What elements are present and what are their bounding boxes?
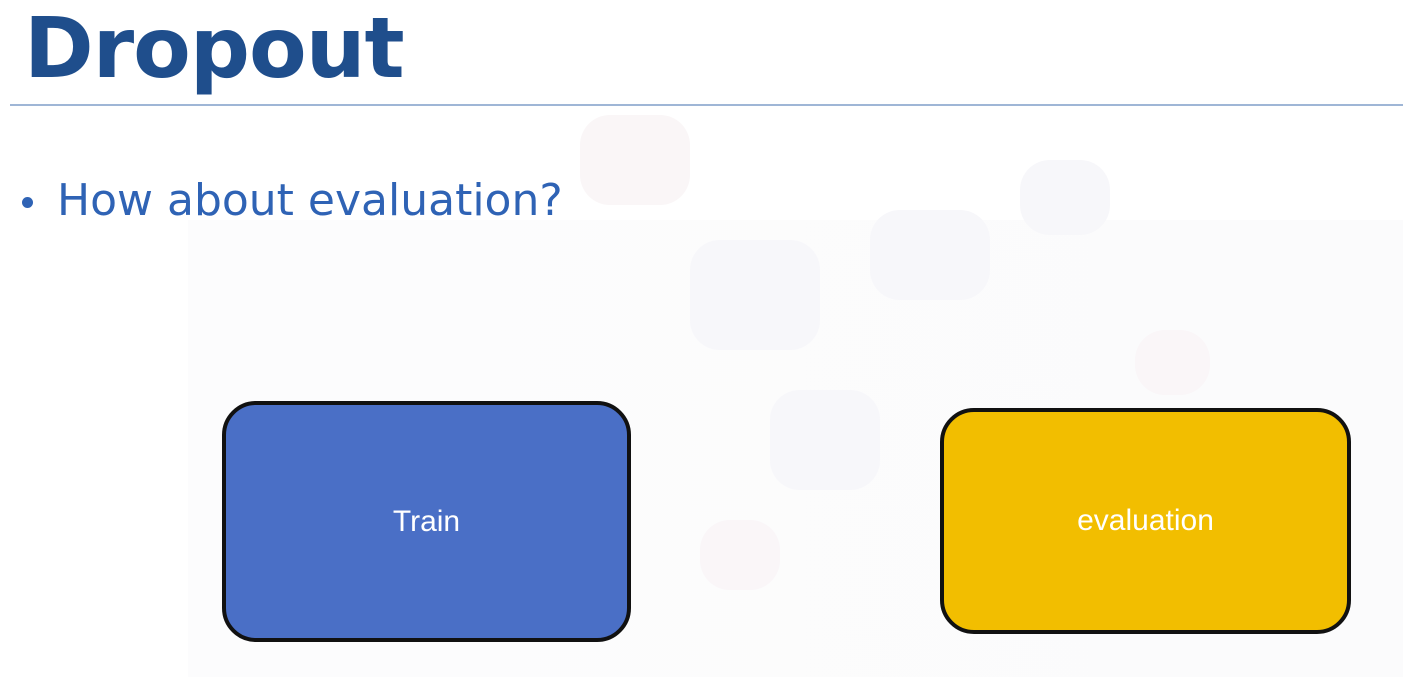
- background-blob: [1020, 160, 1110, 235]
- evaluation-box: evaluation: [940, 408, 1351, 634]
- background-blob: [690, 240, 820, 350]
- background-blob: [700, 520, 780, 590]
- slide-title: Dropout: [24, 0, 405, 97]
- background-blob: [580, 115, 690, 205]
- bullet-text: How about evaluation?: [57, 175, 563, 226]
- background-blob: [1135, 330, 1210, 395]
- train-box-label: Train: [392, 504, 461, 538]
- background-blob: [770, 390, 880, 490]
- bullet-icon: [22, 197, 33, 208]
- bullet-item: How about evaluation?: [22, 175, 563, 226]
- title-divider: [10, 104, 1403, 106]
- train-box: Train: [222, 401, 631, 642]
- background-blob: [870, 210, 990, 300]
- evaluation-box-label: evaluation: [1077, 504, 1214, 537]
- slide: Dropout How about evaluation? Train eval…: [0, 0, 1403, 677]
